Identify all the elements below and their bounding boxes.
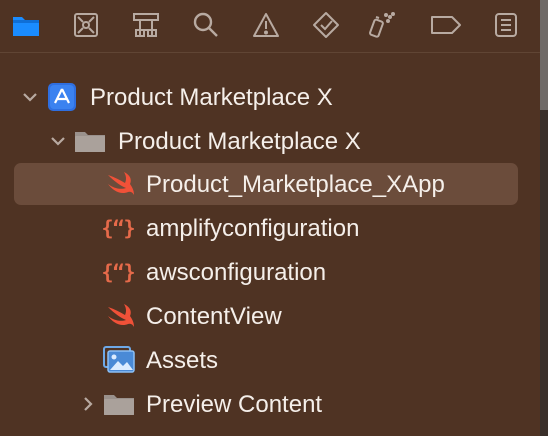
file-label: amplifyconfiguration: [146, 215, 360, 242]
folder-icon: [103, 390, 135, 418]
navigator-toolbar: [0, 0, 540, 53]
file-row[interactable]: ContentView: [0, 295, 540, 337]
folder-icon: [74, 127, 106, 155]
swift-icon: [104, 302, 136, 330]
test-navigator-icon[interactable]: [311, 10, 341, 40]
debug-navigator-icon[interactable]: [366, 10, 396, 40]
group-label: Product Marketplace X: [118, 128, 361, 155]
file-row[interactable]: Assets: [0, 339, 540, 381]
project-navigator-icon[interactable]: [11, 10, 41, 40]
xcode-project-icon: [46, 83, 78, 111]
report-navigator-icon[interactable]: [491, 10, 521, 40]
issue-navigator-icon[interactable]: [251, 10, 281, 40]
disclosure-expanded-icon[interactable]: [48, 131, 68, 151]
project-label: Product Marketplace X: [90, 84, 333, 111]
symbol-navigator-icon[interactable]: [131, 10, 161, 40]
collapsed-group-row[interactable]: Preview Content: [0, 383, 540, 425]
file-label: Assets: [146, 347, 219, 374]
breakpoint-navigator-icon[interactable]: [429, 10, 463, 40]
file-label: Product_Marketplace_XApp: [146, 171, 445, 198]
disclosure-collapsed-icon[interactable]: [78, 394, 98, 414]
json-icon: {“}: [101, 260, 135, 284]
scrollbar[interactable]: [540, 0, 548, 436]
project-row[interactable]: Product Marketplace X: [0, 76, 540, 118]
file-label: ContentView: [146, 303, 282, 330]
file-row[interactable]: Product_Marketplace_XApp: [0, 163, 540, 205]
find-navigator-icon[interactable]: [191, 10, 221, 40]
group-label: Preview Content: [146, 391, 323, 418]
file-row[interactable]: {“} amplifyconfiguration: [0, 207, 540, 249]
group-row[interactable]: Product Marketplace X: [0, 120, 540, 162]
source-control-navigator-icon[interactable]: [71, 10, 101, 40]
json-icon: {“}: [101, 216, 135, 240]
swift-icon: [104, 170, 136, 198]
disclosure-expanded-icon[interactable]: [20, 87, 40, 107]
file-label: awsconfiguration: [146, 259, 327, 286]
file-row[interactable]: {“} awsconfiguration: [0, 251, 540, 293]
asset-catalog-icon: [103, 346, 135, 374]
